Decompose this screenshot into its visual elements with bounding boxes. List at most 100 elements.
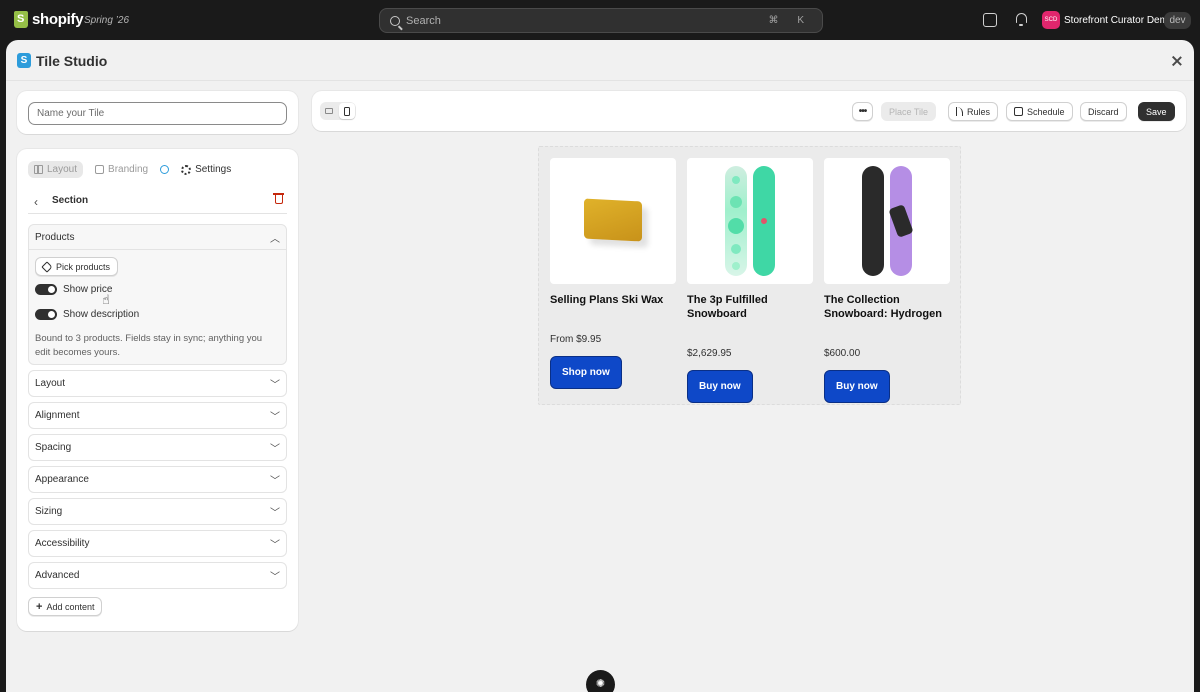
tab-settings-label: Settings (195, 164, 232, 175)
accordion-accessibility[interactable]: Accessibility ﹀ (28, 530, 287, 557)
search-bar[interactable]: ⌘ K (379, 8, 823, 33)
store-icon[interactable] (983, 13, 997, 27)
place-tile-button[interactable]: Place Tile (881, 102, 937, 121)
products-accordion-label: Products (35, 231, 75, 243)
chevron-down-icon: ﹀ (270, 412, 280, 423)
snowboard-image (862, 166, 884, 276)
back-chevron-icon[interactable]: ‹ (34, 195, 38, 209)
gear-icon (181, 164, 192, 175)
layout-grid-icon (34, 165, 43, 174)
search-input[interactable] (406, 14, 769, 27)
buy-now-button[interactable]: Buy now (824, 370, 890, 403)
accordion-label: Layout (35, 378, 66, 389)
buy-now-button[interactable]: Buy now (687, 370, 753, 403)
show-price-row: Show price (35, 284, 112, 295)
page-title: Tile Studio (36, 53, 108, 69)
product-price: $2,629.95 (687, 348, 732, 359)
show-description-row: Show description (35, 309, 139, 320)
show-price-toggle[interactable] (35, 284, 57, 295)
store-name[interactable]: Storefront Curator Demo (1064, 15, 1174, 26)
tile-name-card (17, 91, 298, 134)
save-button[interactable]: Save (1138, 102, 1175, 121)
modal-header: S Tile Studio (6, 40, 1194, 81)
trash-icon[interactable] (273, 193, 284, 204)
accordion-label: Sizing (35, 506, 63, 517)
top-bar: shopify Spring ’26 ⌘ K SCD Storefront Cu… (0, 0, 1200, 40)
app-icon: S (17, 53, 31, 68)
schedule-button[interactable]: Schedule (1006, 102, 1073, 121)
product-card[interactable]: The Collection Snowboard: Hydrogen $600.… (824, 158, 950, 403)
search-shortcut: ⌘ K (768, 15, 812, 26)
accordion-header[interactable]: Alignment ﹀ (29, 403, 286, 428)
show-description-label: Show description (63, 309, 140, 320)
accordion-label: Accessibility (35, 538, 90, 549)
calendar-icon (1014, 107, 1023, 116)
accordion-header[interactable]: Layout ﹀ (29, 371, 286, 396)
shopify-bag-icon (14, 11, 28, 28)
shopify-logo[interactable]: shopify (14, 11, 84, 28)
desktop-icon (325, 108, 333, 114)
ski-wax-image (584, 198, 642, 242)
board-pattern (732, 262, 740, 270)
accordion-header[interactable]: Spacing ﹀ (29, 435, 286, 460)
product-image (550, 158, 676, 284)
chevron-down-icon: ﹀ (270, 380, 280, 391)
binding-note: Bound to 3 products. Fields stay in sync… (35, 333, 263, 358)
product-card[interactable]: The 3p Fulfilled Snowboard $2,629.95 Buy… (687, 158, 813, 403)
desktop-view-button[interactable] (321, 103, 337, 119)
product-name: Selling Plans Ski Wax (550, 294, 664, 306)
board-pattern (888, 204, 914, 238)
product-name: The Collection Snowboard: Hydrogen (824, 294, 942, 320)
tab-settings[interactable]: Settings (175, 161, 237, 178)
accordion-header[interactable]: Sizing ﹀ (29, 499, 286, 524)
accordion-advanced[interactable]: Advanced ﹀ (28, 562, 287, 589)
info-icon[interactable] (160, 165, 170, 174)
mobile-view-button[interactable] (339, 103, 355, 119)
bell-icon[interactable] (1014, 13, 1028, 27)
rules-button[interactable]: Rules (948, 102, 999, 121)
logo-text: shopify (32, 11, 84, 28)
products-accordion-header[interactable]: Products ︿ (29, 225, 286, 250)
board-pattern (761, 218, 767, 224)
section-label: Section (52, 195, 89, 206)
add-content-button[interactable]: + Add content (28, 597, 103, 616)
tab-branding[interactable]: Branding (89, 161, 154, 178)
sidebar-tabs: Layout Branding Settings (28, 160, 237, 179)
avatar[interactable]: SCD (1042, 11, 1060, 29)
accordion-header[interactable]: Appearance ﹀ (29, 467, 286, 492)
accordion-label: Appearance (35, 474, 89, 485)
dev-badge: dev (1164, 12, 1191, 29)
rules-label: Rules (967, 106, 991, 117)
tile-studio-modal: S Tile Studio Layout Branding Settings ‹ (6, 40, 1194, 692)
close-icon[interactable] (1170, 54, 1184, 68)
discard-button[interactable]: Discard (1080, 102, 1127, 121)
show-description-toggle[interactable] (35, 309, 57, 320)
settings-sidebar: Layout Branding Settings ‹ Section Produ… (17, 149, 298, 631)
tab-layout[interactable]: Layout (28, 161, 84, 178)
edition-label: Spring ’26 (84, 15, 130, 26)
product-card[interactable]: Selling Plans Ski Wax From $9.95 Shop no… (550, 158, 676, 394)
tab-branding-label: Branding (108, 164, 149, 175)
tile-name-input[interactable] (28, 102, 287, 125)
more-actions-button[interactable]: ••• (852, 102, 873, 121)
device-toggle (320, 102, 356, 120)
tag-icon (41, 260, 53, 273)
accordion-sizing[interactable]: Sizing ﹀ (28, 498, 287, 525)
board-pattern (730, 196, 742, 208)
product-price: $600.00 (824, 348, 861, 359)
pick-products-button[interactable]: Pick products (35, 257, 119, 276)
accordion-header[interactable]: Accessibility ﹀ (29, 531, 286, 556)
accordion-alignment[interactable]: Alignment ﹀ (28, 402, 287, 429)
schedule-label: Schedule (1027, 106, 1065, 117)
accordion-layout[interactable]: Layout ﹀ (28, 370, 287, 397)
accordion-appearance[interactable]: Appearance ﹀ (28, 466, 287, 493)
snowboard-image (888, 166, 914, 276)
pointer-cursor: ☝ (102, 292, 110, 307)
search-icon (390, 15, 400, 26)
dock-button[interactable]: ✺ (586, 670, 615, 692)
board-pattern (731, 244, 741, 254)
accordion-header[interactable]: Advanced ﹀ (29, 563, 286, 588)
accordion-spacing[interactable]: Spacing ﹀ (28, 434, 287, 461)
accordion-label: Advanced (35, 570, 80, 581)
shop-now-button[interactable]: Shop now (550, 356, 622, 389)
